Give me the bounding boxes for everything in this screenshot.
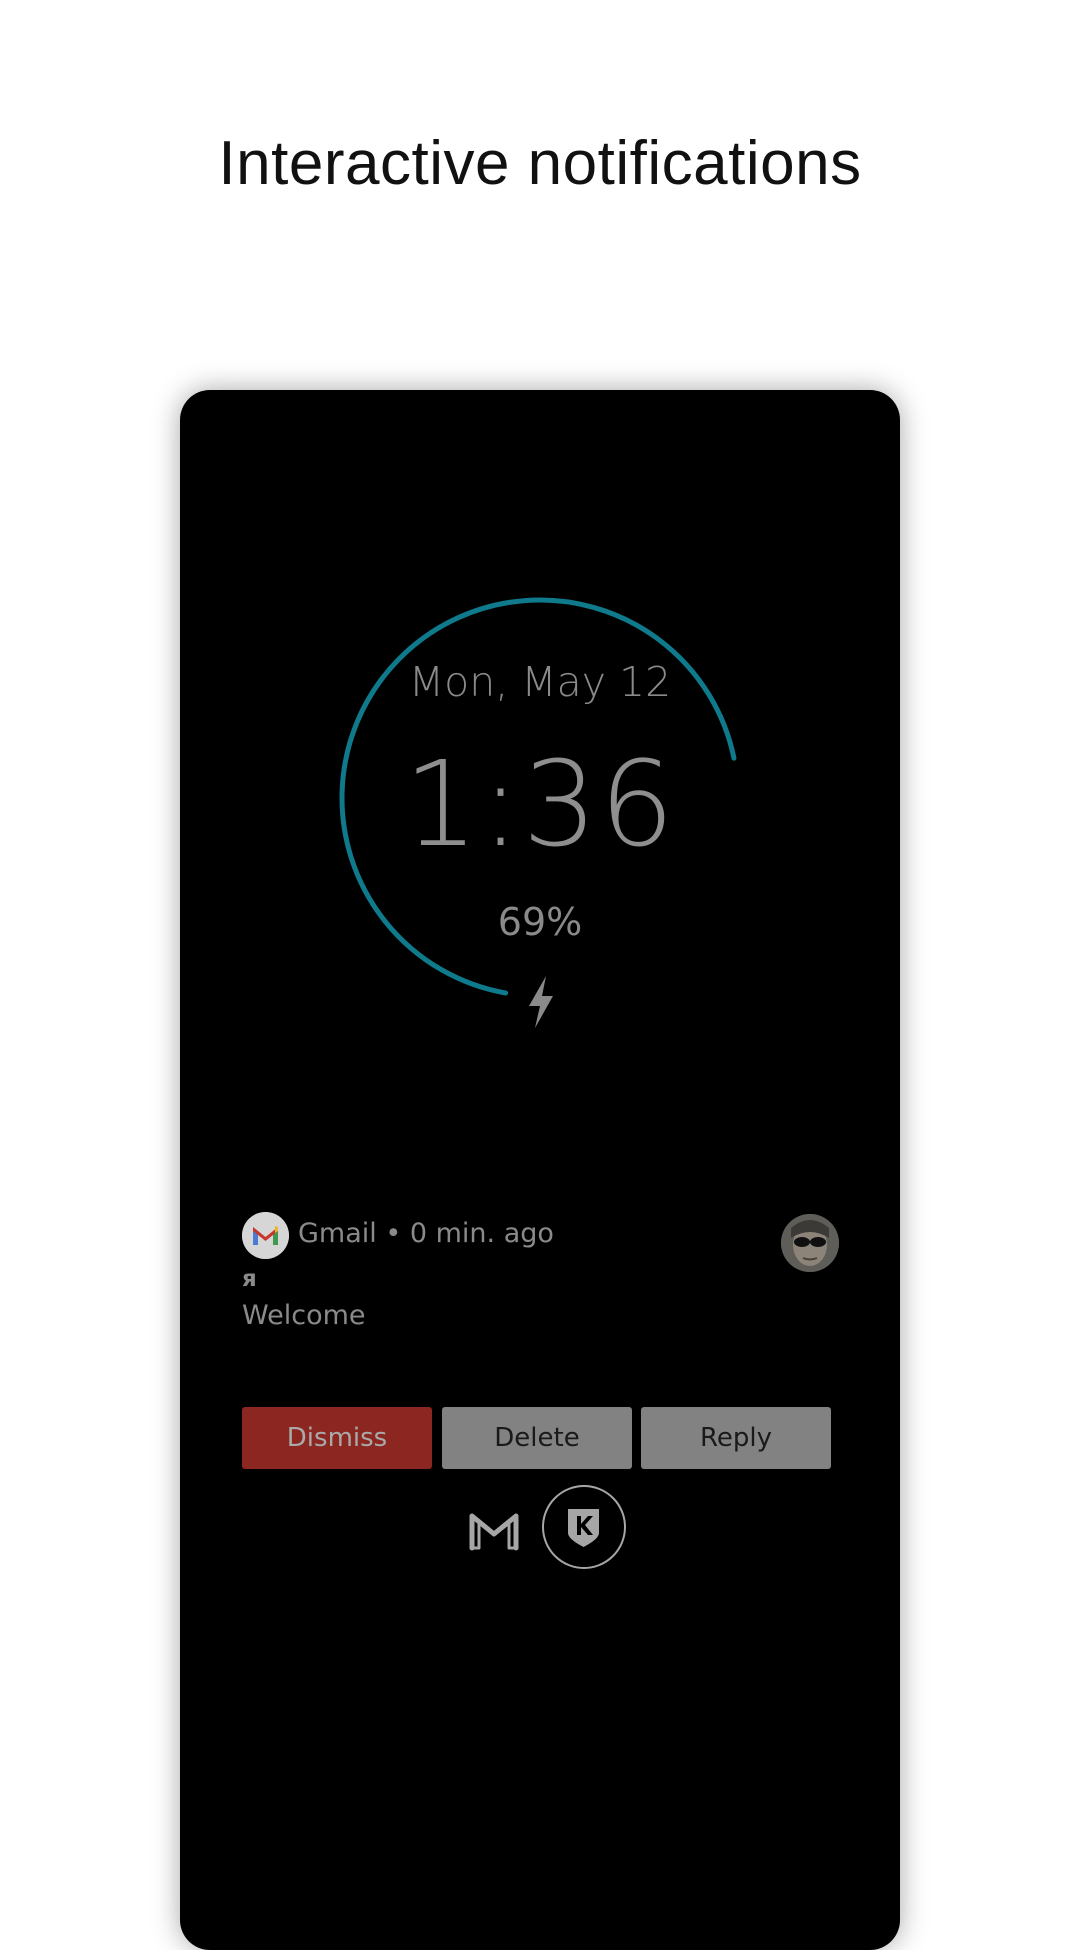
- lockscreen-time: 1:36: [403, 735, 677, 873]
- bolt-icon: [529, 976, 553, 1028]
- page-title: Interactive notifications: [218, 129, 862, 198]
- gmail-icon: [242, 1212, 289, 1259]
- dismiss-button[interactable]: Dismiss: [242, 1407, 432, 1469]
- lockscreen-date: Mon, May 12: [408, 658, 672, 706]
- notification-sender: я: [242, 1266, 257, 1292]
- notification-header: Gmail • 0 min. ago: [298, 1218, 554, 1249]
- delete-button[interactable]: Delete: [442, 1407, 632, 1469]
- notification-text: Welcome: [242, 1300, 366, 1331]
- gmail-outline-icon[interactable]: [468, 1508, 520, 1552]
- battery-percentage: 69%: [497, 900, 583, 944]
- k-shield-icon[interactable]: [542, 1485, 626, 1569]
- phone-screen: Mon, May 12 1:36 69% Gmail • 0 min. ago …: [180, 390, 900, 1950]
- avatar: [781, 1214, 839, 1272]
- reply-button[interactable]: Reply: [641, 1407, 831, 1469]
